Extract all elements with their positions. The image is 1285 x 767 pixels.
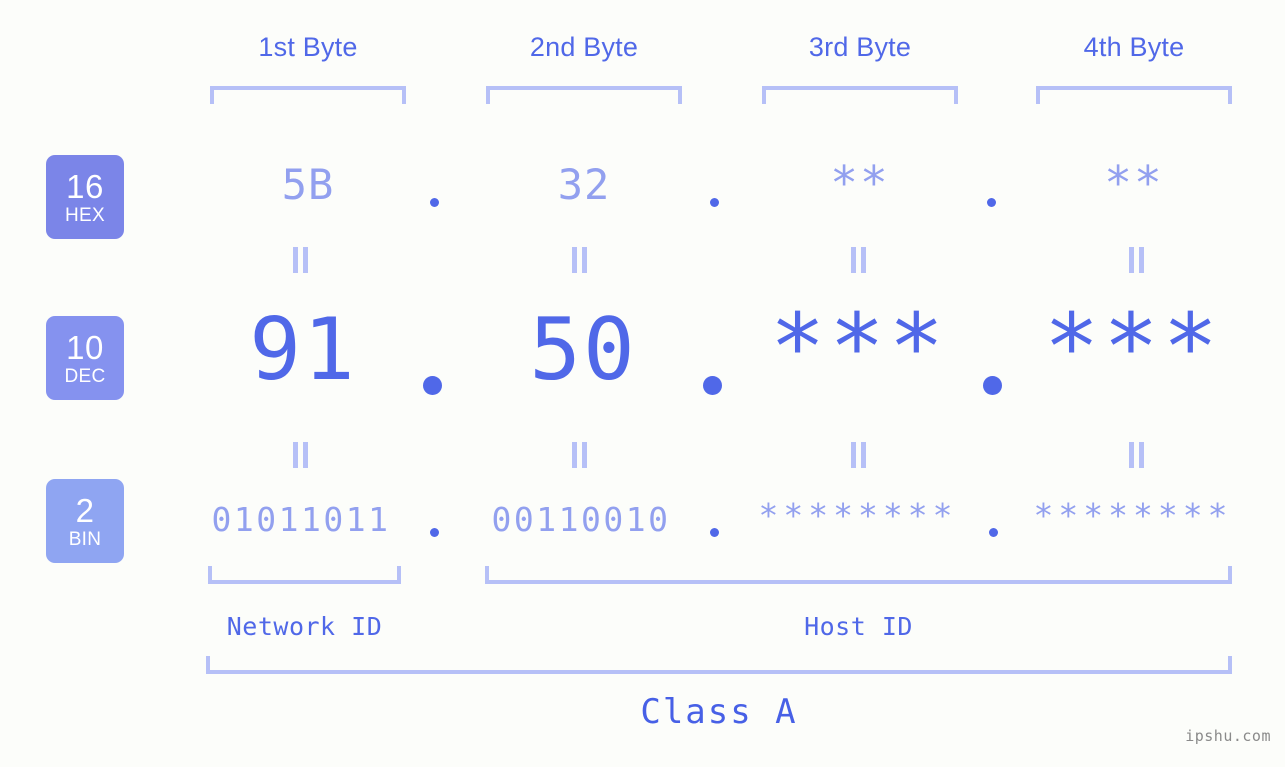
network-id-bracket xyxy=(208,566,401,584)
dec-separator-dot-1 xyxy=(423,376,442,395)
equals-sign-dec-bin-4 xyxy=(1129,442,1144,468)
hex-separator-dot-1 xyxy=(430,198,439,207)
base-badge-dec-number: 10 xyxy=(66,328,104,366)
watermark: ipshu.com xyxy=(1185,727,1271,745)
byte-bracket-2 xyxy=(486,86,682,104)
equals-sign-hex-dec-2 xyxy=(572,247,587,273)
equals-sign-dec-bin-2 xyxy=(572,442,587,468)
dec-byte-2: 50 xyxy=(529,300,637,400)
dec-byte-1: 91 xyxy=(249,300,357,400)
bin-byte-1: 01011011 xyxy=(211,500,391,539)
byte-header-1: 1st Byte xyxy=(258,32,358,62)
equals-sign-hex-dec-1 xyxy=(293,247,308,273)
byte-header-3: 3rd Byte xyxy=(808,32,912,62)
base-badge-hex: 16 HEX xyxy=(46,155,124,239)
bin-separator-dot-1 xyxy=(430,528,439,537)
base-badge-hex-number: 16 xyxy=(66,167,104,205)
base-badge-bin: 2 BIN xyxy=(46,479,124,563)
bin-separator-dot-3 xyxy=(989,528,998,537)
base-badge-dec-name: DEC xyxy=(64,365,106,387)
host-id-bracket xyxy=(485,566,1232,584)
byte-bracket-3 xyxy=(762,86,958,104)
equals-sign-hex-dec-4 xyxy=(1129,247,1144,273)
base-badge-hex-name: HEX xyxy=(65,204,105,226)
byte-header-2: 2nd Byte xyxy=(529,32,639,62)
hex-separator-dot-2 xyxy=(710,198,719,207)
base-badge-bin-name: BIN xyxy=(68,528,102,550)
hex-separator-dot-3 xyxy=(987,198,996,207)
equals-sign-dec-bin-1 xyxy=(293,442,308,468)
class-bracket xyxy=(206,656,1232,674)
host-id-label: Host ID xyxy=(804,612,913,641)
ip-address-breakdown-diagram: 1st Byte 2nd Byte 3rd Byte 4th Byte 16 H… xyxy=(0,0,1285,767)
byte-header-4: 4th Byte xyxy=(1083,32,1185,62)
hex-byte-1: 5B xyxy=(281,160,335,209)
bin-byte-2: 00110010 xyxy=(491,500,671,539)
base-badge-bin-number: 2 xyxy=(75,491,95,529)
network-id-label: Network ID xyxy=(226,612,383,641)
class-label: Class A xyxy=(640,692,798,732)
bin-separator-dot-2 xyxy=(710,528,719,537)
hex-byte-4: ** xyxy=(1104,156,1164,210)
bin-byte-4: ******** xyxy=(1033,496,1233,535)
hex-byte-3: ** xyxy=(830,156,890,210)
dec-separator-dot-3 xyxy=(983,376,1002,395)
equals-sign-dec-bin-3 xyxy=(851,442,866,468)
hex-byte-2: 32 xyxy=(557,160,611,209)
base-badge-dec: 10 DEC xyxy=(46,316,124,400)
dec-byte-3: *** xyxy=(769,294,949,401)
bin-byte-3: ******** xyxy=(758,496,958,535)
dec-separator-dot-2 xyxy=(703,376,722,395)
byte-bracket-4 xyxy=(1036,86,1232,104)
dec-byte-4: *** xyxy=(1043,294,1223,401)
equals-sign-hex-dec-3 xyxy=(851,247,866,273)
byte-bracket-1 xyxy=(210,86,406,104)
